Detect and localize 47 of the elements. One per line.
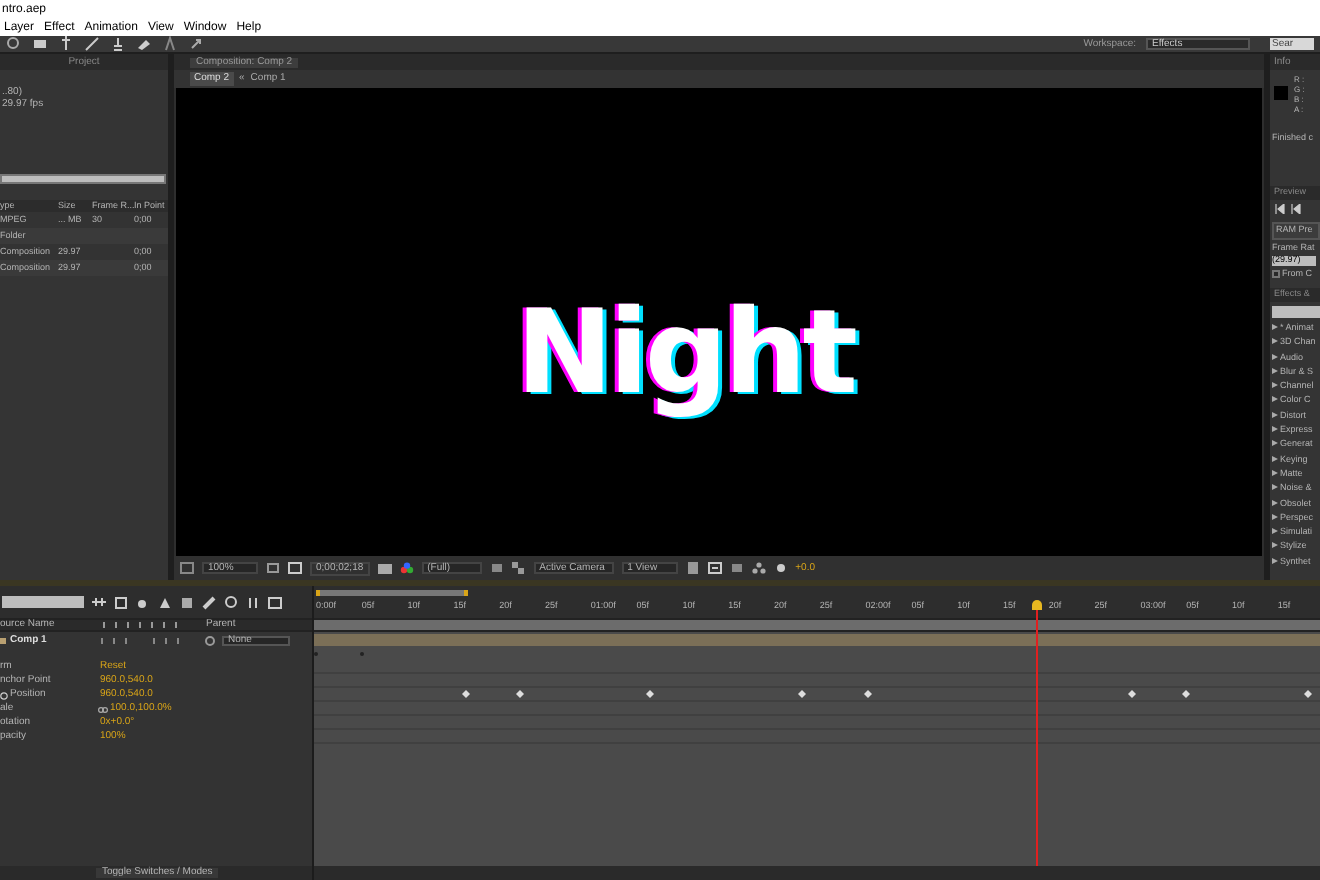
stamp-icon[interactable] — [110, 36, 126, 52]
film-icon[interactable] — [268, 595, 282, 609]
circle-icon[interactable] — [136, 595, 150, 609]
region-icon[interactable] — [489, 562, 504, 574]
label-color-swatch — [0, 637, 6, 643]
checkbox[interactable] — [1272, 269, 1280, 278]
layer-switches-icon[interactable] — [100, 635, 220, 645]
pause-icon[interactable] — [246, 595, 260, 609]
keyframe-icon[interactable] — [646, 690, 654, 698]
stopwatch-icon[interactable] — [0, 691, 8, 699]
safe-zone-icon[interactable] — [266, 562, 280, 574]
rectangle-icon[interactable] — [32, 36, 48, 52]
keyframe-navigator-icon[interactable] — [92, 595, 106, 609]
search-field[interactable] — [2, 596, 84, 608]
triangle-icon[interactable] — [1272, 411, 1278, 418]
keyframe-icon[interactable] — [1304, 690, 1312, 698]
pen-icon[interactable] — [84, 36, 100, 52]
search-field[interactable] — [0, 174, 166, 184]
previous-frame-icon[interactable] — [1290, 204, 1302, 214]
eraser-icon[interactable] — [202, 595, 216, 609]
triangle-icon[interactable] — [1272, 338, 1278, 345]
color-swatch — [1274, 86, 1288, 100]
keyframe-icon[interactable] — [516, 690, 524, 698]
link-icon[interactable] — [98, 705, 108, 713]
keyframe-icon[interactable] — [1128, 690, 1136, 698]
mask-icon[interactable] — [288, 562, 302, 574]
keyframe-icon[interactable] — [1182, 690, 1190, 698]
triangle-icon[interactable] — [1272, 557, 1278, 564]
keyframe-icon[interactable] — [798, 690, 806, 698]
triangle-icon[interactable] — [1272, 484, 1278, 491]
color-channels-icon[interactable] — [399, 562, 414, 574]
triangle-icon[interactable] — [158, 595, 172, 609]
exposure-icon[interactable] — [773, 562, 788, 574]
playhead[interactable] — [1034, 600, 1040, 866]
keyframe-icon[interactable] — [462, 690, 470, 698]
layout-icon[interactable] — [685, 562, 700, 574]
square-icon[interactable] — [114, 595, 128, 609]
search-field[interactable] — [1272, 306, 1320, 318]
camera-icon[interactable] — [377, 562, 392, 574]
keyframe-icon[interactable] — [864, 690, 872, 698]
grid-icon[interactable] — [180, 562, 194, 574]
flowchart-icon[interactable] — [751, 562, 766, 574]
triangle-icon[interactable] — [1272, 324, 1278, 330]
transparency-grid-icon[interactable] — [511, 562, 526, 574]
snapshot-icon[interactable] — [729, 562, 744, 574]
first-frame-icon[interactable] — [1274, 204, 1286, 214]
toggle-icon[interactable] — [707, 562, 722, 574]
